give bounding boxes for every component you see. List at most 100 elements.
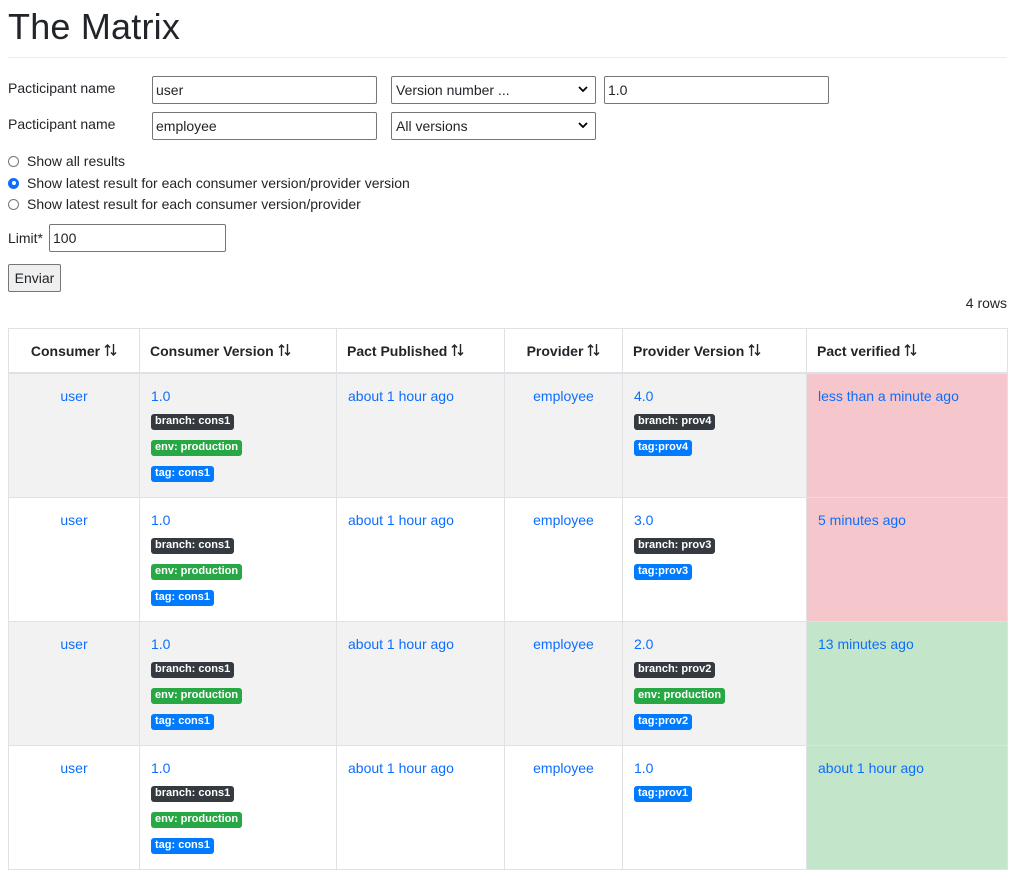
cell-pact-published: about 1 hour ago bbox=[336, 745, 505, 870]
cell-consumer-version: 1.0 branch: cons1 env: production tag: c… bbox=[139, 497, 337, 622]
cell-provider: employee bbox=[504, 621, 623, 746]
limit-label: Limit* bbox=[8, 230, 44, 246]
provider-link[interactable]: employee bbox=[533, 512, 594, 528]
cell-consumer-version: 1.0 branch: cons1 env: production tag: c… bbox=[139, 621, 337, 746]
provider-tag-badge: tag:prov2 bbox=[634, 714, 693, 730]
pacticipant-name-label-2: Pacticipant name bbox=[8, 116, 116, 132]
table-row: user 1.0 branch: cons1 env: production t… bbox=[8, 372, 1008, 498]
pacticipant-name-label-1: Pacticipant name bbox=[8, 80, 116, 96]
provider-tag-badge: tag:prov3 bbox=[634, 564, 693, 580]
consumer-branch-badge: branch: cons1 bbox=[151, 662, 235, 678]
cell-pact-published: about 1 hour ago bbox=[336, 497, 505, 622]
cell-provider: employee bbox=[504, 372, 623, 498]
cell-pact-verified: 5 minutes ago bbox=[806, 497, 1008, 622]
version-mode-select-2[interactable]: All versions bbox=[391, 112, 596, 140]
sort-arrows-icon bbox=[748, 343, 761, 356]
consumer-version-link[interactable]: 1.0 bbox=[151, 636, 325, 652]
provider-link[interactable]: employee bbox=[533, 760, 594, 776]
pacticipant-name-input-2[interactable] bbox=[152, 112, 377, 140]
cell-consumer: user bbox=[8, 372, 140, 498]
header-provider-version[interactable]: Provider Version bbox=[622, 328, 807, 374]
pact-verified-link[interactable]: less than a minute ago bbox=[818, 388, 959, 404]
consumer-tag-badge: tag: cons1 bbox=[151, 714, 215, 730]
consumer-env-badge: env: production bbox=[151, 688, 243, 704]
radio-show-all-results[interactable] bbox=[8, 155, 19, 167]
consumer-branch-badge: branch: cons1 bbox=[151, 538, 235, 554]
consumer-link[interactable]: user bbox=[60, 512, 87, 528]
provider-tag-badge: tag:prov4 bbox=[634, 440, 693, 456]
consumer-link[interactable]: user bbox=[60, 388, 87, 404]
header-label: Pact verified bbox=[817, 342, 901, 359]
cell-pact-verified: less than a minute ago bbox=[806, 372, 1008, 498]
option-label: Show all results bbox=[27, 153, 126, 169]
provider-branch-badge: branch: prov2 bbox=[634, 662, 716, 678]
consumer-branch-badge: branch: cons1 bbox=[151, 414, 235, 430]
header-pact-verified[interactable]: Pact verified bbox=[806, 328, 1008, 374]
pact-published-link[interactable]: about 1 hour ago bbox=[348, 760, 454, 776]
provider-version-link[interactable]: 1.0 bbox=[634, 760, 795, 776]
cell-consumer: user bbox=[8, 497, 140, 622]
consumer-version-link[interactable]: 1.0 bbox=[151, 388, 325, 404]
provider-env-badge: env: production bbox=[634, 688, 726, 704]
sort-arrows-icon bbox=[904, 343, 917, 356]
version-mode-select-1[interactable]: Version number ... bbox=[391, 76, 596, 104]
provider-link[interactable]: employee bbox=[533, 388, 594, 404]
sort-arrows-icon bbox=[451, 343, 464, 356]
pact-verified-link[interactable]: about 1 hour ago bbox=[818, 760, 924, 776]
cell-consumer: user bbox=[8, 621, 140, 746]
consumer-env-badge: env: production bbox=[151, 440, 243, 456]
provider-version-link[interactable]: 2.0 bbox=[634, 636, 795, 652]
option-latest-per-consumer-provider-version[interactable]: Show latest result for each consumer ver… bbox=[8, 175, 410, 191]
provider-version-link[interactable]: 4.0 bbox=[634, 388, 795, 404]
limit-input[interactable] bbox=[49, 224, 226, 252]
pact-verified-link[interactable]: 13 minutes ago bbox=[818, 636, 914, 652]
cell-provider-version: 1.0 tag:prov1 bbox=[622, 745, 807, 870]
cell-pact-published: about 1 hour ago bbox=[336, 372, 505, 498]
version-number-input-1[interactable] bbox=[604, 76, 829, 104]
consumer-version-link[interactable]: 1.0 bbox=[151, 760, 325, 776]
consumer-link[interactable]: user bbox=[60, 636, 87, 652]
row-count: 4 rows bbox=[965, 295, 1007, 311]
header-consumer[interactable]: Consumer bbox=[8, 328, 140, 374]
option-show-all-results[interactable]: Show all results bbox=[8, 153, 125, 169]
consumer-link[interactable]: user bbox=[60, 760, 87, 776]
version-mode-select-2-value: All versions bbox=[396, 118, 468, 134]
cell-provider: employee bbox=[504, 497, 623, 622]
matrix-table: Consumer Consumer Version Pact Published… bbox=[8, 328, 1008, 870]
option-label: Show latest result for each consumer ver… bbox=[27, 175, 410, 191]
sort-arrows-icon bbox=[104, 343, 117, 356]
version-mode-select-1-value: Version number ... bbox=[396, 82, 510, 98]
sort-arrows-icon bbox=[587, 343, 600, 356]
page-title: The Matrix bbox=[8, 6, 181, 47]
provider-version-link[interactable]: 3.0 bbox=[634, 512, 795, 528]
chevron-down-icon bbox=[578, 122, 588, 129]
header-provider[interactable]: Provider bbox=[504, 328, 623, 374]
table-header-row: Consumer Consumer Version Pact Published… bbox=[8, 328, 1008, 374]
provider-tag-badge: tag:prov1 bbox=[634, 786, 693, 802]
table-row: user 1.0 branch: cons1 env: production t… bbox=[8, 497, 1008, 622]
cell-provider: employee bbox=[504, 745, 623, 870]
pact-published-link[interactable]: about 1 hour ago bbox=[348, 512, 454, 528]
consumer-tag-badge: tag: cons1 bbox=[151, 590, 215, 606]
provider-link[interactable]: employee bbox=[533, 636, 594, 652]
provider-branch-badge: branch: prov4 bbox=[634, 414, 716, 430]
cell-consumer-version: 1.0 branch: cons1 env: production tag: c… bbox=[139, 372, 337, 498]
radio-latest-per-consumer-provider-version[interactable] bbox=[8, 177, 19, 189]
header-pact-published[interactable]: Pact Published bbox=[336, 328, 505, 374]
consumer-tag-badge: tag: cons1 bbox=[151, 466, 215, 482]
consumer-version-link[interactable]: 1.0 bbox=[151, 512, 325, 528]
radio-latest-per-consumer-provider[interactable] bbox=[8, 198, 19, 210]
title-divider bbox=[8, 57, 1007, 58]
pacticipant-name-input-1[interactable] bbox=[152, 76, 377, 104]
pact-published-link[interactable]: about 1 hour ago bbox=[348, 388, 454, 404]
header-label: Consumer Version bbox=[150, 342, 274, 359]
option-latest-per-consumer-provider[interactable]: Show latest result for each consumer ver… bbox=[8, 196, 361, 212]
cell-consumer: user bbox=[8, 745, 140, 870]
header-label: Provider Version bbox=[633, 342, 745, 359]
header-consumer-version[interactable]: Consumer Version bbox=[139, 328, 337, 374]
cell-provider-version: 3.0 branch: prov3 tag:prov3 bbox=[622, 497, 807, 622]
pact-published-link[interactable]: about 1 hour ago bbox=[348, 636, 454, 652]
pact-verified-link[interactable]: 5 minutes ago bbox=[818, 512, 906, 528]
sort-arrows-icon bbox=[278, 343, 291, 356]
submit-button[interactable]: Enviar bbox=[8, 264, 61, 292]
